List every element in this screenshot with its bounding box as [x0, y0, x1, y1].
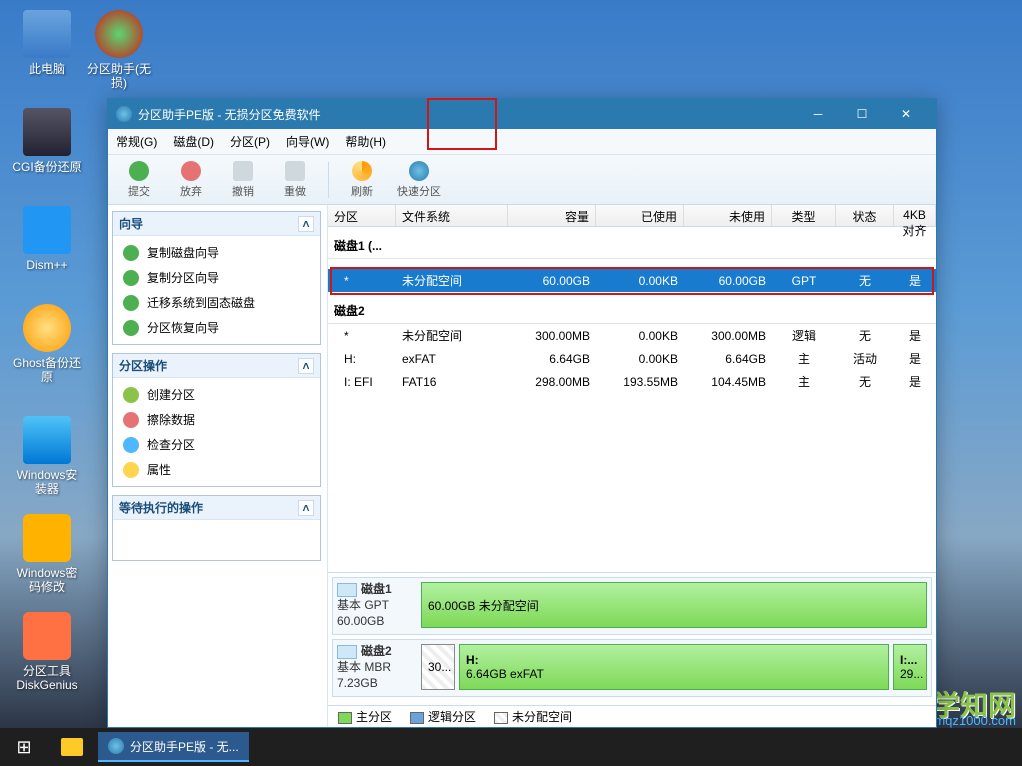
- minimize-button[interactable]: ─: [796, 99, 840, 129]
- menu-partition[interactable]: 分区(P): [230, 133, 270, 150]
- op-wipe[interactable]: 擦除数据: [113, 407, 320, 432]
- window-title: 分区助手PE版 - 无损分区免费软件: [138, 106, 796, 123]
- maximize-button[interactable]: ☐: [840, 99, 884, 129]
- desktop-icon-cgi[interactable]: CGI备份还原: [12, 108, 82, 174]
- collapse-icon[interactable]: ˄: [298, 216, 314, 232]
- undo-icon: [233, 161, 253, 181]
- partition-bar-i[interactable]: I:...29...: [893, 644, 927, 690]
- desktop-icon-wininstall[interactable]: Windows安装器: [12, 416, 82, 496]
- menu-general[interactable]: 常规(G): [116, 133, 157, 150]
- discard-icon: [181, 161, 201, 181]
- partition-row[interactable]: I: EFIFAT16298.00MB193.55MB104.45MB主无是: [328, 370, 936, 393]
- check-icon: [129, 161, 149, 181]
- right-pane: 分区 文件系统 容量 已使用 未使用 类型 状态 4KB对齐 磁盘1 (... …: [328, 205, 936, 727]
- desktop-icon-this-pc[interactable]: 此电脑: [12, 10, 82, 76]
- app-icon: [116, 106, 132, 122]
- partition-bar-h[interactable]: H:6.64GB exFAT: [459, 644, 889, 690]
- panel-ops: 分区操作˄ 创建分区 擦除数据 检查分区 属性: [112, 353, 321, 487]
- legend: 主分区 逻辑分区 未分配空间: [328, 705, 936, 727]
- partition-bar-unalloc[interactable]: 30...: [421, 644, 455, 690]
- partition-row-selected[interactable]: *未分配空间60.00GB0.00KB60.00GBGPT无是: [328, 269, 936, 292]
- desktop-icon-ghost[interactable]: Ghost备份还原: [12, 304, 82, 384]
- quick-partition-icon: [409, 161, 429, 181]
- toolbar-quick-partition[interactable]: 快速分区: [389, 158, 449, 202]
- panel-pending: 等待执行的操作˄: [112, 495, 321, 561]
- wizard-copy-disk[interactable]: 复制磁盘向导: [113, 240, 320, 265]
- grid-body: 磁盘1 (... *未分配空间60.00GB0.00KB60.00GBGPT无是…: [328, 227, 936, 572]
- wizard-migrate-ssd[interactable]: 迁移系统到固态磁盘: [113, 290, 320, 315]
- folder-icon: [61, 738, 83, 756]
- op-props[interactable]: 属性: [113, 457, 320, 482]
- collapse-icon[interactable]: ˄: [298, 358, 314, 374]
- wizard-copy-partition[interactable]: 复制分区向导: [113, 265, 320, 290]
- taskbar-explorer[interactable]: [48, 728, 96, 766]
- toolbar-refresh[interactable]: 刷新: [337, 158, 387, 202]
- toolbar-separator: [328, 162, 329, 198]
- disk-group-2[interactable]: 磁盘2: [328, 292, 936, 324]
- left-pane: 向导˄ 复制磁盘向导 复制分区向导 迁移系统到固态磁盘 分区恢复向导 分区操作˄…: [108, 205, 328, 727]
- disk-map-1[interactable]: 磁盘1基本 GPT60.00GB 60.00GB 未分配空间: [332, 577, 932, 635]
- disk-map-area: 磁盘1基本 GPT60.00GB 60.00GB 未分配空间 磁盘2基本 MBR…: [328, 572, 936, 705]
- desktop-icon-winpwd[interactable]: Windows密码修改: [12, 514, 82, 594]
- refresh-icon: [352, 161, 372, 181]
- grid-header: 分区 文件系统 容量 已使用 未使用 类型 状态 4KB对齐: [328, 205, 936, 227]
- menu-disk[interactable]: 磁盘(D): [173, 133, 214, 150]
- titlebar[interactable]: 分区助手PE版 - 无损分区免费软件 ─ ☐ ✕: [108, 99, 936, 129]
- toolbar: 提交 放弃 撤销 重做 刷新 快速分区: [108, 155, 936, 205]
- start-button[interactable]: ⊞: [0, 728, 48, 766]
- taskbar: ⊞ 分区助手PE版 - 无...: [0, 728, 1022, 766]
- desktop-icon-partassist[interactable]: 分区助手(无损): [84, 10, 154, 90]
- toolbar-discard[interactable]: 放弃: [166, 158, 216, 202]
- partition-bar-unalloc[interactable]: 60.00GB 未分配空间: [421, 582, 927, 628]
- close-button[interactable]: ✕: [884, 99, 928, 129]
- desktop-icon-dism[interactable]: Dism++: [12, 206, 82, 272]
- desktop-icon-diskgenius[interactable]: 分区工具DiskGenius: [12, 612, 82, 692]
- menubar: 常规(G) 磁盘(D) 分区(P) 向导(W) 帮助(H): [108, 129, 936, 155]
- disk-group-1[interactable]: 磁盘1 (...: [328, 227, 936, 259]
- app-icon: [108, 738, 124, 754]
- partition-row[interactable]: *未分配空间300.00MB0.00KB300.00MB逻辑无是: [328, 324, 936, 347]
- toolbar-commit[interactable]: 提交: [114, 158, 164, 202]
- taskbar-app[interactable]: 分区助手PE版 - 无...: [98, 732, 249, 762]
- disk-map-2[interactable]: 磁盘2基本 MBR7.23GB 30... H:6.64GB exFAT I:.…: [332, 639, 932, 697]
- app-window: 分区助手PE版 - 无损分区免费软件 ─ ☐ ✕ 常规(G) 磁盘(D) 分区(…: [107, 98, 937, 728]
- panel-wizard: 向导˄ 复制磁盘向导 复制分区向导 迁移系统到固态磁盘 分区恢复向导: [112, 211, 321, 345]
- partition-row[interactable]: H:exFAT6.64GB0.00KB6.64GB主活动是: [328, 347, 936, 370]
- toolbar-redo[interactable]: 重做: [270, 158, 320, 202]
- op-create[interactable]: 创建分区: [113, 382, 320, 407]
- menu-wizard[interactable]: 向导(W): [286, 133, 329, 150]
- wizard-recover[interactable]: 分区恢复向导: [113, 315, 320, 340]
- menu-help[interactable]: 帮助(H): [345, 133, 386, 150]
- collapse-icon[interactable]: ˄: [298, 500, 314, 516]
- disk-icon: [337, 583, 357, 597]
- redo-icon: [285, 161, 305, 181]
- op-check[interactable]: 检查分区: [113, 432, 320, 457]
- toolbar-undo[interactable]: 撤销: [218, 158, 268, 202]
- disk-icon: [337, 645, 357, 659]
